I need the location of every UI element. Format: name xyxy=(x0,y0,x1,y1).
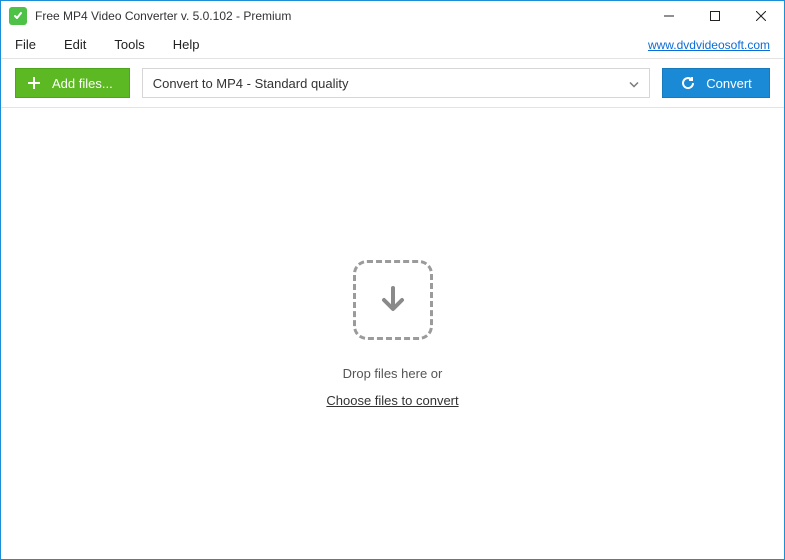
plus-icon xyxy=(26,75,42,91)
refresh-icon xyxy=(680,75,696,91)
menu-file[interactable]: File xyxy=(15,37,36,52)
convert-button[interactable]: Convert xyxy=(662,68,770,98)
app-window: Free MP4 Video Converter v. 5.0.102 - Pr… xyxy=(0,0,785,560)
window-title: Free MP4 Video Converter v. 5.0.102 - Pr… xyxy=(35,9,291,23)
add-files-button[interactable]: Add files... xyxy=(15,68,130,98)
window-controls xyxy=(646,1,784,31)
app-icon xyxy=(9,7,27,25)
add-files-label: Add files... xyxy=(52,76,113,91)
menubar: File Edit Tools Help www.dvdvideosoft.co… xyxy=(1,31,784,59)
menu-edit[interactable]: Edit xyxy=(64,37,86,52)
drop-hint-text: Drop files here or xyxy=(343,366,443,381)
choose-files-link[interactable]: Choose files to convert xyxy=(326,393,458,408)
titlebar: Free MP4 Video Converter v. 5.0.102 - Pr… xyxy=(1,1,784,31)
format-selected-label: Convert to MP4 - Standard quality xyxy=(153,76,349,91)
website-link[interactable]: www.dvdvideosoft.com xyxy=(648,38,770,52)
maximize-button[interactable] xyxy=(692,1,738,31)
toolbar: Add files... Convert to MP4 - Standard q… xyxy=(1,59,784,107)
close-button[interactable] xyxy=(738,1,784,31)
chevron-down-icon xyxy=(629,76,639,91)
format-select[interactable]: Convert to MP4 - Standard quality xyxy=(142,68,650,98)
convert-label: Convert xyxy=(706,76,752,91)
drop-zone[interactable]: Drop files here or Choose files to conve… xyxy=(1,107,784,559)
minimize-button[interactable] xyxy=(646,1,692,31)
menu-tools[interactable]: Tools xyxy=(114,37,144,52)
menu-help[interactable]: Help xyxy=(173,37,200,52)
drop-box-icon xyxy=(353,260,433,340)
